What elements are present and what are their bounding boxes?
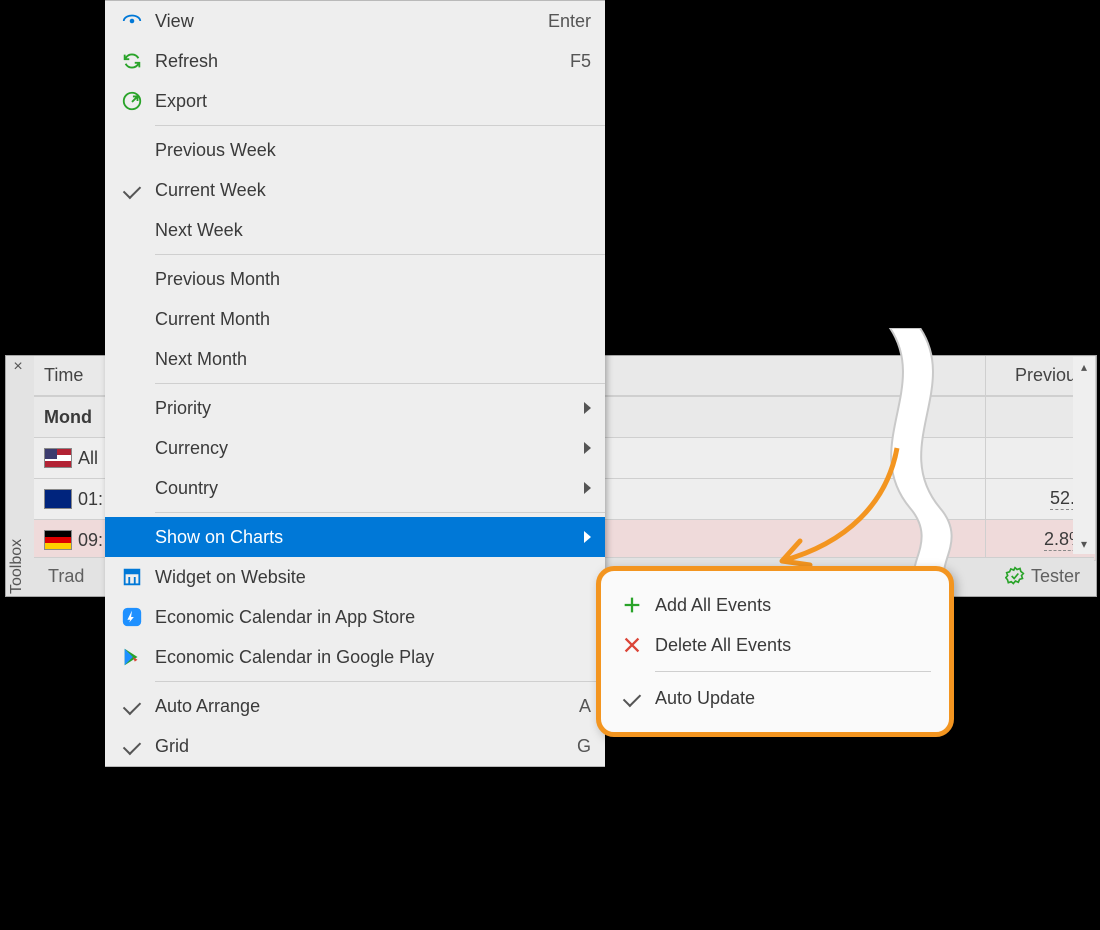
menu-item-label: Add All Events [649, 595, 931, 616]
menu-item-label: Auto Update [649, 688, 931, 709]
appstore-icon [115, 606, 149, 628]
menu-item-export[interactable]: Export [105, 81, 605, 121]
menu-item-label: Show on Charts [149, 527, 574, 548]
menu-item-label: Economic Calendar in Google Play [149, 647, 591, 668]
menu-item-refresh[interactable]: RefreshF5 [105, 41, 605, 81]
check-icon [115, 185, 149, 195]
scroll-down-icon[interactable]: ▾ [1073, 534, 1095, 554]
tab-tester-label: Tester [1031, 566, 1080, 587]
export-icon [115, 90, 149, 112]
menu-item-label: Delete All Events [649, 635, 931, 656]
tester-badge-icon [1005, 566, 1025, 586]
menu-item-label: Country [149, 478, 574, 499]
flag-us-icon [44, 448, 72, 468]
toolbox-side-label: Toolbox [8, 531, 30, 601]
submenu-arrow-icon [584, 482, 591, 494]
menu-item-priority[interactable]: Priority [105, 388, 605, 428]
menu-item-label: Widget on Website [149, 567, 591, 588]
row-time: 09: [78, 530, 103, 551]
menu-item-label: Current Week [149, 180, 591, 201]
menu-item-label: Currency [149, 438, 574, 459]
menu-item-label: Next Month [149, 349, 591, 370]
menu-item-show-on-charts[interactable]: Show on Charts [105, 517, 605, 557]
check-icon [615, 693, 649, 703]
refresh-icon [115, 50, 149, 72]
widget-icon [115, 566, 149, 588]
menu-item-current-month[interactable]: Current Month [105, 299, 605, 339]
row-time: 01: [78, 489, 103, 510]
menu-item-grid[interactable]: GridG [105, 726, 605, 766]
flag-de-icon [44, 530, 72, 550]
menu-item-current-week[interactable]: Current Week [105, 170, 605, 210]
submenu-item-auto-update[interactable]: Auto Update [605, 678, 945, 718]
menu-item-previous-week[interactable]: Previous Week [105, 130, 605, 170]
menu-item-label: Previous Month [149, 269, 591, 290]
tab-trade[interactable]: Trad [34, 559, 98, 593]
menu-item-economic-calendar-in-google-play[interactable]: Economic Calendar in Google Play [105, 637, 605, 677]
play-icon [115, 646, 149, 668]
menu-item-label: Previous Week [149, 140, 591, 161]
submenu-separator [655, 671, 931, 672]
menu-item-label: Next Week [149, 220, 591, 241]
scroll-up-icon[interactable]: ▴ [1073, 357, 1095, 377]
menu-item-view[interactable]: ViewEnter [105, 1, 605, 41]
menu-item-shortcut: G [567, 736, 591, 757]
context-menu: ViewEnterRefreshF5ExportPrevious WeekCur… [105, 0, 605, 767]
menu-item-label: Auto Arrange [149, 696, 569, 717]
menu-item-economic-calendar-in-app-store[interactable]: Economic Calendar in App Store [105, 597, 605, 637]
menu-item-previous-month[interactable]: Previous Month [105, 259, 605, 299]
menu-item-label: Economic Calendar in App Store [149, 607, 591, 628]
check-icon [115, 741, 149, 751]
menu-item-currency[interactable]: Currency [105, 428, 605, 468]
submenu-arrow-icon [584, 442, 591, 454]
menu-item-shortcut: F5 [560, 51, 591, 72]
submenu-arrow-icon [584, 402, 591, 414]
menu-item-widget-on-website[interactable]: Widget on Website [105, 557, 605, 597]
menu-separator [155, 254, 605, 255]
eye-icon [115, 10, 149, 32]
menu-separator [155, 512, 605, 513]
menu-separator [155, 681, 605, 682]
vertical-scrollbar[interactable]: ▴ ▾ [1073, 357, 1095, 554]
menu-item-label: Priority [149, 398, 574, 419]
menu-item-shortcut: Enter [538, 11, 591, 32]
row-time: All [78, 448, 98, 469]
menu-item-auto-arrange[interactable]: Auto ArrangeA [105, 686, 605, 726]
menu-item-next-week[interactable]: Next Week [105, 210, 605, 250]
menu-item-shortcut: A [569, 696, 591, 717]
check-icon [115, 701, 149, 711]
flag-au-icon [44, 489, 72, 509]
submenu-show-on-charts: Add All Events Delete All Events Auto Upda… [596, 566, 954, 737]
menu-item-country[interactable]: Country [105, 468, 605, 508]
menu-item-label: View [149, 11, 538, 32]
menu-separator [155, 383, 605, 384]
xred-icon [615, 634, 649, 656]
submenu-arrow-icon [584, 531, 591, 543]
menu-separator [155, 125, 605, 126]
tab-tester[interactable]: Tester [991, 559, 1094, 593]
submenu-item-add-all-events[interactable]: Add All Events [605, 585, 945, 625]
menu-item-next-month[interactable]: Next Month [105, 339, 605, 379]
toolbox-close-button[interactable]: × [9, 359, 27, 377]
menu-item-label: Grid [149, 736, 567, 757]
menu-item-label: Refresh [149, 51, 560, 72]
menu-item-label: Export [149, 91, 591, 112]
menu-item-label: Current Month [149, 309, 591, 330]
plus-icon [615, 594, 649, 616]
submenu-item-delete-all-events[interactable]: Delete All Events [605, 625, 945, 665]
